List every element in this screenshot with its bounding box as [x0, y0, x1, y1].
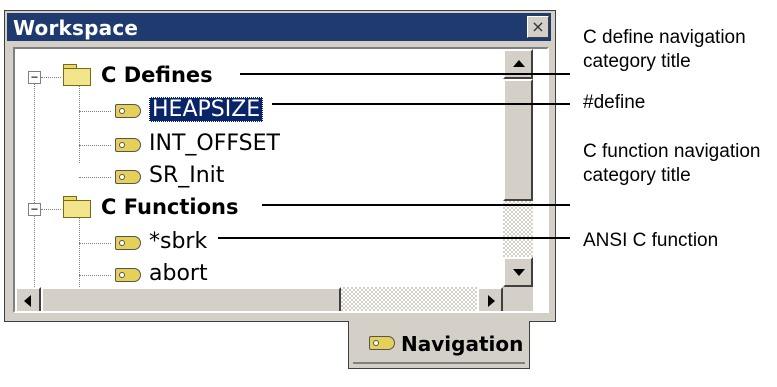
close-icon: × — [531, 17, 545, 36]
tree-item-heapsize[interactable]: HEAPSIZE — [149, 97, 264, 122]
tag-icon — [111, 170, 141, 184]
tag-icon — [111, 138, 141, 152]
tree-item-sr-init[interactable]: SR_Init — [149, 163, 224, 188]
callout-c-defines-title: C define navigation category title — [583, 27, 746, 72]
close-button[interactable]: × — [527, 16, 549, 38]
vertical-scrollbar[interactable] — [503, 49, 533, 287]
arrow-right-icon — [488, 295, 495, 307]
category-title-c-defines[interactable]: C Defines — [101, 63, 213, 87]
horizontal-scrollbar[interactable] — [15, 287, 503, 311]
tree-guide-line — [34, 77, 35, 287]
tree-guide-line — [79, 83, 80, 163]
callout-c-functions-title: C function navigation category title — [583, 141, 761, 186]
tag-icon — [111, 268, 141, 282]
tag-icon — [365, 336, 395, 350]
folder-icon — [63, 196, 91, 218]
navigation-tree: − C Defines HEAPSIZE INT_OFFSET SR_Init … — [13, 47, 549, 313]
tag-icon — [111, 104, 141, 118]
category-title-c-functions[interactable]: C Functions — [101, 195, 238, 219]
tree-guide-line — [41, 209, 61, 210]
callout-line — [272, 103, 570, 105]
callout-ansi-function: ANSI C function — [583, 230, 719, 251]
scroll-right-button[interactable] — [477, 287, 503, 311]
tree-guide-line — [41, 77, 61, 78]
workspace-window: Workspace × − C Defines HEAPSIZE INT_OFF… — [4, 10, 556, 322]
collapse-toggle-c-defines[interactable]: − — [28, 71, 41, 84]
tree-guide-line — [79, 243, 111, 244]
callout-line — [262, 204, 570, 206]
arrow-up-icon — [513, 60, 525, 67]
tree-guide-line — [79, 111, 111, 112]
tab-navigation-label: Navigation — [401, 332, 524, 356]
scroll-left-button[interactable] — [15, 287, 41, 311]
scroll-thumb[interactable] — [503, 79, 533, 201]
tree-guide-line — [79, 215, 80, 287]
title-bar[interactable]: Workspace × — [7, 13, 551, 41]
scrollbar-corner — [503, 287, 533, 311]
tree-guide-line — [79, 177, 111, 178]
arrow-down-icon — [513, 269, 525, 276]
callout-define: #define — [583, 92, 646, 113]
collapse-toggle-c-functions[interactable]: − — [28, 203, 41, 216]
tree-item-sbrk[interactable]: *sbrk — [149, 229, 207, 254]
window-title: Workspace — [13, 16, 139, 40]
tree-guide-line — [79, 275, 111, 276]
scroll-down-button[interactable] — [503, 257, 533, 287]
folder-icon — [63, 64, 91, 86]
callout-line — [218, 237, 570, 239]
tree-content: − C Defines HEAPSIZE INT_OFFSET SR_Init … — [15, 49, 503, 287]
tree-item-abort[interactable]: abort — [149, 261, 208, 286]
tree-item-int-offset[interactable]: INT_OFFSET — [149, 131, 280, 156]
callout-line — [240, 73, 570, 75]
tree-guide-line — [79, 145, 111, 146]
scroll-thumb-horizontal[interactable] — [41, 287, 341, 311]
tag-icon — [111, 236, 141, 250]
arrow-left-icon — [24, 295, 31, 307]
tab-navigation[interactable]: Navigation — [348, 321, 530, 369]
